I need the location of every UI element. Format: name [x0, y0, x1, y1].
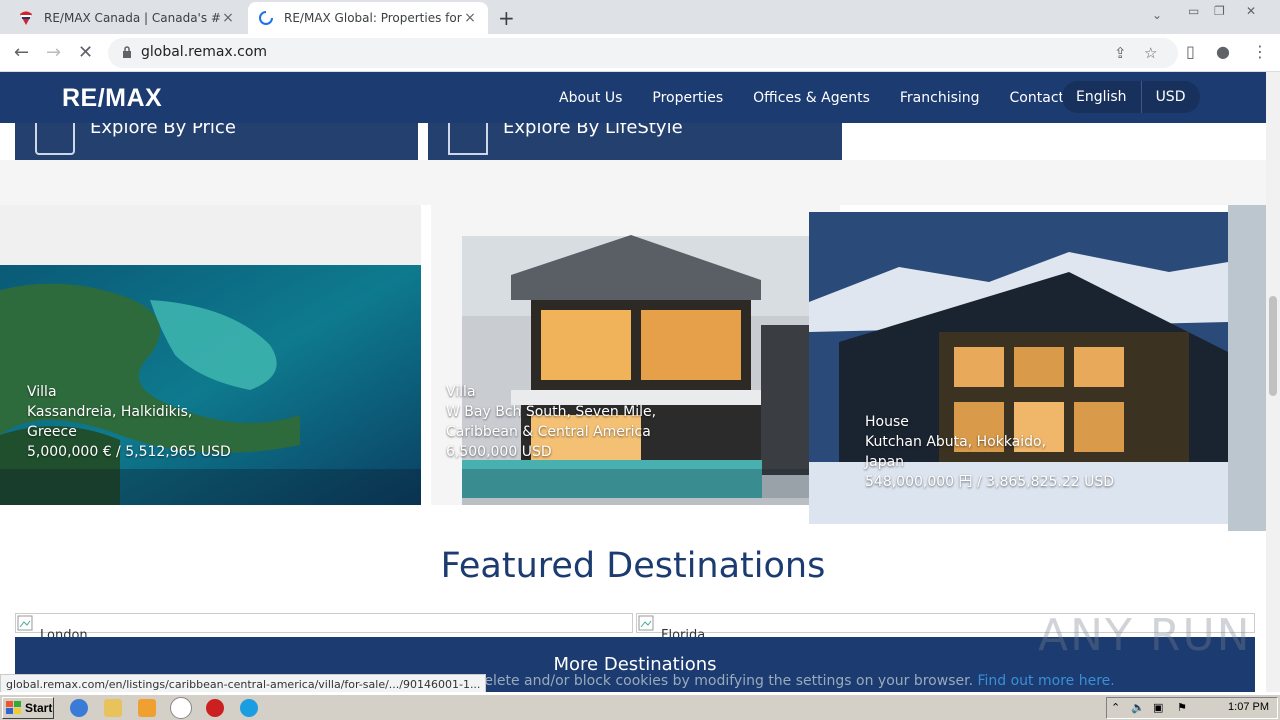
nav-contact[interactable]: Contact	[1010, 90, 1064, 106]
side-panel-icon[interactable]: ▯	[1186, 42, 1195, 61]
listing-info: Villa W Bay Bch South, Seven Mile, Carib…	[446, 382, 656, 462]
broken-image-icon	[17, 615, 33, 631]
windows-taskbar: Start ⌃ 🔈 ▣ ⚑ 1:07 PM	[0, 694, 1280, 720]
tab-remax-canada[interactable]: RE/MAX Canada | Canada's #1 Real ×	[8, 2, 246, 34]
browser-toolbar: ← → ✕ global.remax.com ⇪ ☆ ▯ ● ⋮	[0, 34, 1280, 72]
listing-price: 6,500,000 USD	[446, 444, 552, 460]
nav-offices-agents[interactable]: Offices & Agents	[753, 90, 870, 106]
nav-properties[interactable]: Properties	[652, 90, 723, 106]
tab-close-icon[interactable]: ×	[220, 10, 236, 26]
listing-location: Kutchan Abuta, Hokkaido,	[865, 434, 1047, 450]
profile-avatar-icon[interactable]: ●	[1216, 42, 1230, 61]
start-button[interactable]: Start	[2, 697, 54, 719]
restore-icon[interactable]: ❐	[1214, 4, 1225, 18]
chrome-icon[interactable]	[170, 697, 192, 719]
cookie-find-out-more-link[interactable]: Find out more here.	[977, 673, 1114, 689]
start-label: Start	[25, 701, 53, 715]
listing-type: Villa	[27, 384, 57, 400]
url-text: global.remax.com	[141, 44, 268, 60]
tab-title: RE/MAX Global: Properties for Sale &	[284, 11, 462, 25]
listing-card-greece[interactable]: Villa Kassandreia, Halkidikis, Greece 5,…	[0, 205, 421, 505]
tab-strip: RE/MAX Canada | Canada's #1 Real × RE/MA…	[0, 0, 1280, 34]
listing-price: 5,000,000 € / 5,512,965 USD	[27, 444, 231, 460]
stop-loading-icon[interactable]: ✕	[78, 42, 93, 63]
explorer-folder-icon[interactable]	[104, 699, 122, 717]
forward-icon[interactable]: →	[46, 42, 61, 63]
tray-expand-icon[interactable]: ⌃	[1111, 701, 1120, 714]
listing-type: Villa	[446, 384, 476, 400]
listing-info: Villa Kassandreia, Halkidikis, Greece 5,…	[27, 382, 231, 462]
destination-tile-london[interactable]: London	[15, 613, 633, 643]
volume-icon[interactable]: 🔈	[1131, 701, 1145, 714]
explore-by-price-tile[interactable]: Explore By Price	[15, 123, 418, 160]
system-tray: ⌃ 🔈 ▣ ⚑ 1:07 PM	[1106, 697, 1278, 719]
close-window-icon[interactable]: ✕	[1246, 4, 1256, 18]
cookie-text: ou can delete and/or block cookies by mo…	[424, 673, 974, 689]
listing-region: Greece	[27, 424, 77, 440]
explore-label: Explore By Price	[90, 123, 236, 138]
lifestyle-icon	[448, 123, 488, 155]
new-tab-button[interactable]: +	[498, 6, 515, 30]
lock-icon	[123, 46, 131, 58]
ie-icon[interactable]	[70, 699, 88, 717]
bookmark-star-icon[interactable]: ☆	[1144, 44, 1157, 62]
address-bar[interactable]: global.remax.com ⇪ ☆	[108, 38, 1178, 68]
listing-card-caribbean[interactable]: Villa W Bay Bch South, Seven Mile, Carib…	[431, 205, 840, 505]
section-divider	[0, 160, 1266, 205]
edge-icon[interactable]	[240, 699, 258, 717]
link-hover-status-url: global.remax.com/en/listings/caribbean-c…	[0, 674, 487, 692]
tab-remax-global[interactable]: RE/MAX Global: Properties for Sale & ×	[248, 2, 488, 34]
anyrun-watermark: ANY RUN	[1038, 610, 1252, 661]
windows-flag-icon	[6, 701, 21, 714]
clock[interactable]: 1:07 PM	[1228, 701, 1269, 713]
listing-card-japan[interactable]: House Kutchan Abuta, Hokkaido, Japan 548…	[809, 212, 1228, 524]
share-icon[interactable]: ⇪	[1114, 44, 1127, 62]
explore-label: Explore By LifeStyle	[503, 123, 683, 138]
sliders-icon	[35, 123, 75, 155]
loading-spinner-icon	[259, 11, 273, 25]
scrollbar-thumb[interactable]	[1269, 296, 1277, 396]
main-nav: About Us Properties Offices & Agents Fra…	[559, 72, 1094, 123]
featured-destinations-heading: Featured Destinations	[440, 546, 826, 586]
minimize-icon[interactable]: ▭	[1188, 4, 1199, 18]
broken-image-icon	[638, 615, 654, 631]
listing-info: House Kutchan Abuta, Hokkaido, Japan 548…	[865, 412, 1114, 492]
action-flag-icon[interactable]: ⚑	[1177, 701, 1187, 714]
listing-region: Japan	[865, 454, 905, 470]
nav-about-us[interactable]: About Us	[559, 90, 622, 106]
menu-kebab-icon[interactable]: ⋮	[1252, 42, 1268, 61]
webpage: Explore By Price Explore By LifeStyle Vi…	[0, 72, 1266, 692]
remax-favicon-icon	[20, 11, 32, 25]
listing-region: Caribbean & Central America	[446, 424, 651, 440]
network-icon[interactable]: ▣	[1153, 701, 1163, 714]
cookie-notice: ou can delete and/or block cookies by mo…	[424, 673, 1115, 689]
language-selector[interactable]: English	[1062, 89, 1141, 105]
media-player-icon[interactable]	[138, 699, 156, 717]
listing-location: W Bay Bch South, Seven Mile,	[446, 404, 657, 420]
listing-type: House	[865, 414, 909, 430]
tab-close-icon[interactable]: ×	[462, 10, 478, 26]
remax-logo[interactable]: RE/MAX	[62, 84, 162, 113]
listing-location: Kassandreia, Halkidikis,	[27, 404, 193, 420]
listing-price: 548,000,000 円 / 3,865,825.22 USD	[865, 474, 1115, 490]
tab-list-chevron-icon[interactable]: ⌄	[1152, 8, 1162, 22]
page-scrollbar[interactable]	[1266, 72, 1280, 692]
language-currency-selector: English USD	[1062, 81, 1200, 113]
listing-card-next-peek[interactable]	[1228, 205, 1266, 531]
site-header: RE/MAX About Us Properties Offices & Age…	[0, 72, 1266, 123]
back-icon[interactable]: ←	[14, 42, 29, 63]
explore-by-lifestyle-tile[interactable]: Explore By LifeStyle	[428, 123, 842, 160]
opera-icon[interactable]	[206, 699, 224, 717]
nav-franchising[interactable]: Franchising	[900, 90, 980, 106]
currency-selector[interactable]: USD	[1142, 89, 1200, 105]
tab-title: RE/MAX Canada | Canada's #1 Real	[44, 11, 220, 25]
